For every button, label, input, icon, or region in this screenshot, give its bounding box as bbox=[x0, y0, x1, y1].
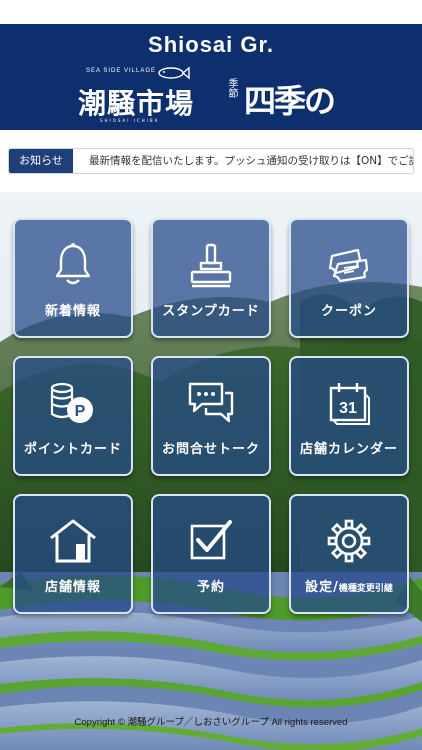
menu-store-info-label: 店舗情報 bbox=[44, 580, 101, 595]
notice-ticker[interactable]: お知らせ 最新情報を配信いたします。プッシュ通知の受け取りは【ON】でご設定くだ… bbox=[8, 148, 414, 174]
shiki-no-kura-logo: 季節 四季の蔵 bbox=[226, 72, 350, 166]
menu-coupon-label: クーポン bbox=[320, 304, 377, 319]
menu-inquiry-talk-label: お問合せトーク bbox=[161, 442, 260, 457]
menu-settings-label-main: 設定/ bbox=[305, 580, 339, 595]
status-bar-area bbox=[0, 0, 422, 24]
menu-inquiry-talk[interactable]: お問合せトーク bbox=[151, 356, 271, 476]
logo-name: 潮騒市場 bbox=[78, 87, 195, 120]
menu-reservation[interactable]: 予約 bbox=[151, 494, 271, 614]
menu-store-calendar-label: 店舗カレンダー bbox=[299, 442, 398, 457]
calendar-day: 31 bbox=[339, 400, 357, 417]
logo-small-text: 季節 bbox=[226, 78, 237, 98]
menu-settings-label-small: 機種変更引継 bbox=[338, 584, 393, 594]
point-coins-icon: P bbox=[15, 380, 131, 426]
menu-reservation-label: 予約 bbox=[196, 580, 225, 595]
point-symbol: P bbox=[75, 403, 86, 420]
menu-settings[interactable]: 設定/機種変更引継 bbox=[289, 494, 409, 614]
brand-title: Shiosai Gr. bbox=[148, 32, 274, 57]
fish-icon bbox=[158, 66, 190, 80]
store-icon bbox=[15, 518, 131, 564]
calendar-icon: 31 bbox=[291, 380, 407, 426]
bell-icon bbox=[15, 242, 131, 288]
chat-icon bbox=[153, 380, 269, 426]
notice-label: お知らせ bbox=[9, 149, 73, 173]
notice-section: お知らせ 最新情報を配信いたします。プッシュ通知の受け取りは【ON】でご設定くだ… bbox=[0, 130, 422, 192]
menu-grid: 新着情報 スタンプカード クーポン P ポイントカード お問合せトーク 31 店… bbox=[13, 218, 409, 614]
menu-point-card-label: ポイントカード bbox=[23, 442, 122, 457]
shiosai-ichiba-logo: SEA SIDE VILLAGE 潮騒市場 SHIOSAI ICHIBA bbox=[78, 66, 196, 124]
menu-settings-label: 設定/機種変更引継 bbox=[291, 576, 407, 595]
logo-subtitle: SHIOSAI ICHIBA bbox=[100, 118, 160, 123]
menu-store-info[interactable]: 店舗情報 bbox=[13, 494, 133, 614]
checkbox-icon bbox=[153, 518, 269, 564]
menu-news-label: 新着情報 bbox=[44, 304, 101, 319]
menu-store-calendar[interactable]: 31 店舗カレンダー bbox=[289, 356, 409, 476]
logo-tagline: SEA SIDE VILLAGE bbox=[86, 68, 157, 74]
notice-text: 最新情報を配信いたします。プッシュ通知の受け取りは【ON】でご設定ください。 bbox=[89, 155, 413, 167]
menu-stamp-card-label: スタンプカード bbox=[162, 304, 260, 319]
menu-point-card[interactable]: P ポイントカード bbox=[13, 356, 133, 476]
stamp-icon bbox=[153, 242, 269, 288]
menu-news[interactable]: 新着情報 bbox=[13, 218, 133, 338]
menu-coupon[interactable]: クーポン bbox=[289, 218, 409, 338]
app-header: Shiosai Gr. SEA SIDE VILLAGE 潮騒市場 SHIOSA… bbox=[0, 24, 422, 166]
gear-icon bbox=[291, 518, 407, 564]
coupon-icon bbox=[291, 242, 407, 288]
copyright-footer: Copyright © 潮騒グループ／しおさいグループ All rights r… bbox=[74, 717, 348, 728]
menu-stamp-card[interactable]: スタンプカード bbox=[151, 218, 271, 338]
